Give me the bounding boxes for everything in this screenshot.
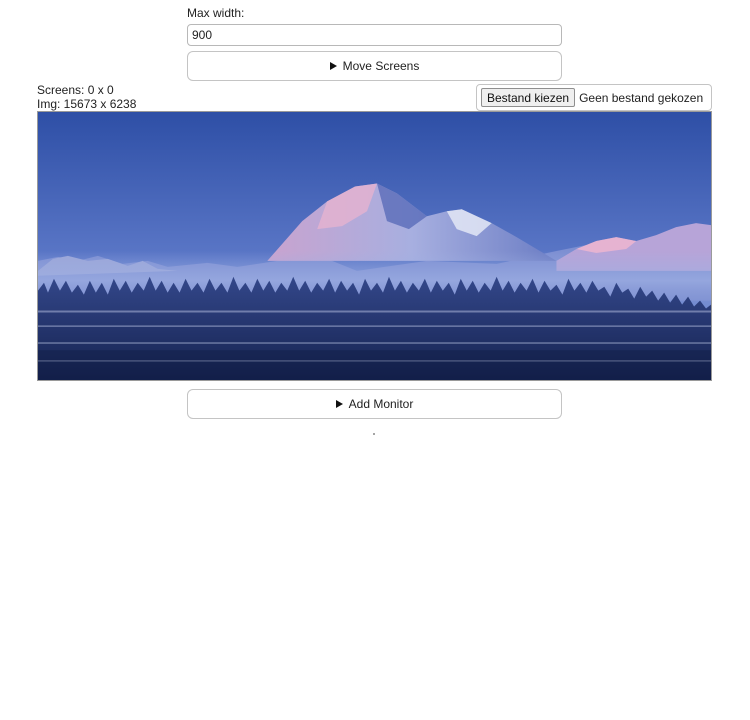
max-width-input[interactable]	[187, 24, 562, 46]
mountain-landscape-image	[38, 112, 711, 380]
separator-dot	[373, 433, 375, 435]
page: Max width: Move Screens Screens: 0 x 0 I…	[0, 0, 750, 720]
triangle-right-icon	[335, 400, 343, 408]
screens-info: Screens: 0 x 0	[37, 83, 114, 97]
move-screens-summary[interactable]: Move Screens	[187, 51, 562, 81]
add-monitor-label: Add Monitor	[348, 397, 414, 411]
file-status-text: Geen bestand gekozen	[579, 90, 704, 105]
move-screens-label: Move Screens	[342, 59, 420, 73]
triangle-right-icon	[329, 62, 337, 70]
wallpaper-preview[interactable]	[37, 111, 712, 381]
add-monitor-summary[interactable]: Add Monitor	[187, 389, 562, 419]
choose-file-button[interactable]: Bestand kiezen	[481, 88, 576, 107]
image-size-info: Img: 15673 x 6238	[37, 97, 137, 111]
file-input[interactable]: Bestand kiezen Geen bestand gekozen	[476, 84, 712, 111]
max-width-label: Max width:	[187, 6, 245, 20]
